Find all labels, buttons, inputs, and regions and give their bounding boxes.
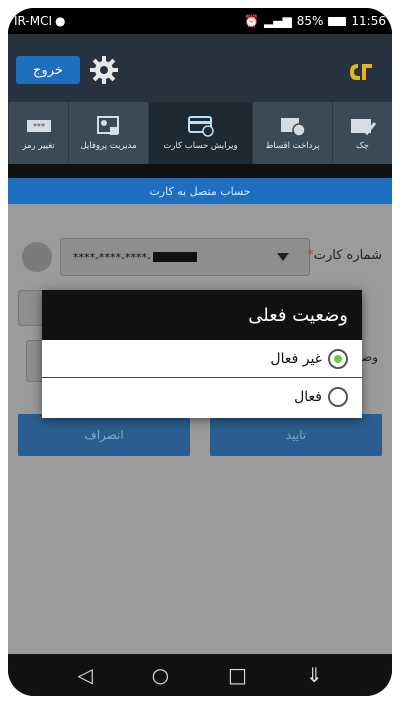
battery-percent: 85% xyxy=(296,14,324,28)
signal-icon: ▂▄▆ xyxy=(264,14,292,28)
card-number-masked-block xyxy=(152,252,197,262)
card-edit-icon xyxy=(187,116,214,137)
action-buttons-row: انصراف تایید xyxy=(8,414,392,460)
notification-pull-icon[interactable]: ⇓ xyxy=(306,663,323,687)
confirm-button[interactable]: تایید xyxy=(210,414,382,456)
option-label: فعال xyxy=(294,389,322,405)
password-icon: *** xyxy=(26,120,51,132)
tab-installments[interactable]: پرداخت اقساط xyxy=(252,102,332,164)
option-inactive[interactable]: غیر فعال xyxy=(42,340,362,378)
chevron-down-icon xyxy=(277,253,289,261)
card-number-label: *شماره کارت xyxy=(307,248,382,263)
card-number-row: ****-****-****- *شماره کارت xyxy=(8,234,392,280)
message-icon: ● xyxy=(55,14,66,28)
tab-label: چک xyxy=(356,141,369,151)
installment-icon xyxy=(280,118,306,137)
section-banner: حساب متصل به کارت xyxy=(8,178,392,204)
bank-logo-icon xyxy=(350,64,372,80)
app-bar: خروج xyxy=(8,34,392,102)
option-label: غیر فعال xyxy=(270,350,322,367)
exit-label: خروج xyxy=(33,62,63,78)
form-area: ****-****-****- *شماره کارت وضـ انصراف ت… xyxy=(8,204,392,654)
card-number-value: ****-****-****- xyxy=(73,250,151,264)
battery-icon xyxy=(328,16,347,26)
banner-title: حساب متصل به کارت xyxy=(149,184,251,198)
refresh-icon[interactable] xyxy=(22,242,52,272)
confirm-label: تایید xyxy=(285,428,307,442)
phone-frame: IR-MCI ● ⏰ ▂▄▆ 85% 11:56 خروج چک پرداخت … xyxy=(0,0,400,704)
tab-cheque[interactable]: چک xyxy=(332,102,392,164)
clock: 11:56 xyxy=(351,14,386,28)
carrier-label: IR-MCI xyxy=(14,14,52,28)
status-dialog: وضعیت فعلی غیر فعال فعال xyxy=(42,290,362,418)
card-number-select[interactable]: ****-****-****- xyxy=(60,238,310,276)
tab-label: پرداخت اقساط xyxy=(265,141,320,151)
tab-bar: چک پرداخت اقساط ویرایش حساب کارت مدیریت … xyxy=(8,102,392,164)
back-icon[interactable]: ◁ xyxy=(77,663,92,687)
status-bar: IR-MCI ● ⏰ ▂▄▆ 85% 11:56 xyxy=(8,8,392,34)
profile-card-icon xyxy=(96,116,119,135)
tab-label: ویرایش حساب کارت xyxy=(163,141,238,151)
recents-icon[interactable]: □ xyxy=(228,663,247,687)
tab-label: تغییر رمز xyxy=(22,141,55,151)
screen: IR-MCI ● ⏰ ▂▄▆ 85% 11:56 خروج چک پرداخت … xyxy=(8,8,392,696)
tab-change-password[interactable]: *** تغییر رمز xyxy=(8,102,68,164)
cheque-icon xyxy=(350,119,376,136)
cancel-label: انصراف xyxy=(84,428,124,442)
tab-edit-card-account[interactable]: ویرایش حساب کارت xyxy=(148,102,252,164)
gear-icon[interactable] xyxy=(88,54,120,86)
dialog-title-text: وضعیت فعلی xyxy=(248,304,348,326)
radio-unchecked-icon[interactable] xyxy=(328,387,348,407)
alarm-icon: ⏰ xyxy=(244,14,260,28)
exit-button[interactable]: خروج xyxy=(16,56,80,84)
dialog-title: وضعیت فعلی xyxy=(42,290,362,340)
cancel-button[interactable]: انصراف xyxy=(18,414,190,456)
system-nav-bar: ◁ ○ □ ⇓ xyxy=(8,654,392,696)
tab-label: مدیریت پروفایل xyxy=(80,141,137,151)
radio-checked-icon[interactable] xyxy=(328,348,348,369)
home-icon[interactable]: ○ xyxy=(152,663,169,687)
tab-profile-management[interactable]: مدیریت پروفایل xyxy=(68,102,148,164)
svg-text:***: *** xyxy=(33,122,45,131)
option-active[interactable]: فعال xyxy=(42,378,362,416)
